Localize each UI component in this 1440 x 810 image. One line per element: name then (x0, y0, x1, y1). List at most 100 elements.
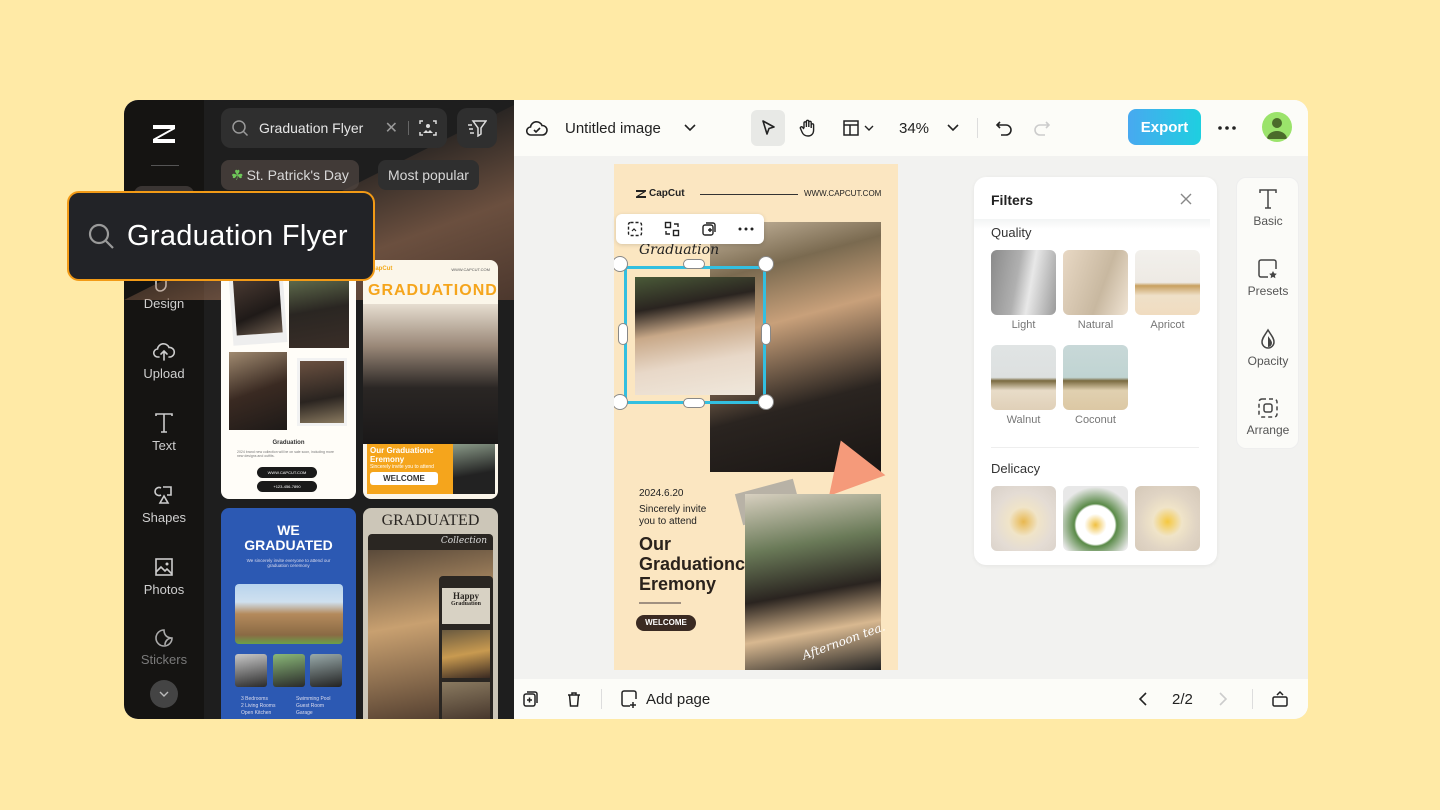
rail-label: Upload (143, 366, 185, 381)
export-button[interactable]: Export (1128, 109, 1201, 145)
filter-thumb-apricot[interactable] (1135, 250, 1200, 315)
filter-thumb-delicacy[interactable] (1135, 486, 1200, 551)
filter-button[interactable] (457, 108, 497, 148)
search-icon (232, 120, 249, 137)
cloud-saved-button[interactable] (526, 110, 548, 146)
zoom-menu-button[interactable] (945, 110, 961, 146)
template-card[interactable]: GRADUATED Collection Happy Graduation (363, 508, 498, 719)
search-input[interactable]: Graduation Flyer (259, 120, 375, 136)
selection-box[interactable] (624, 266, 766, 404)
page-indicator: 2/2 (1172, 690, 1193, 708)
rail-item-shapes[interactable]: Shapes (124, 484, 204, 525)
duplicate-icon[interactable] (701, 221, 717, 237)
template-photo (442, 682, 490, 719)
filter-label: Coconut (1075, 414, 1116, 426)
chevron-down-icon (684, 124, 696, 132)
template-search-field[interactable]: Graduation Flyer ✕ (221, 108, 447, 148)
hand-tool-button[interactable] (793, 110, 823, 146)
cloud-check-icon (526, 121, 548, 136)
rail-label: Design (143, 296, 185, 311)
template-headline: WE GRADUATED (244, 522, 333, 553)
filter-thumb-delicacy[interactable] (1063, 486, 1128, 551)
chip-label: St. Patrick's Day (246, 167, 349, 183)
crop-select-icon[interactable] (627, 221, 643, 237)
hand-icon (799, 119, 815, 137)
delete-page-button[interactable] (565, 679, 583, 719)
template-script: Collection (440, 536, 487, 546)
close-icon[interactable] (1176, 189, 1196, 209)
add-page-label: Add page (646, 690, 711, 708)
rail-item-text[interactable]: Text (124, 412, 204, 453)
rail-label: Photos (143, 582, 185, 597)
template-card[interactable]: Graduation 2024 brand new collection wil… (221, 260, 356, 499)
prop-opacity[interactable]: Opacity (1237, 328, 1299, 368)
chip-label: Most popular (388, 167, 469, 183)
resize-handle[interactable] (614, 394, 628, 410)
filters-panel: Filters Quality Light Natural Apricot Wa… (974, 177, 1217, 565)
title-menu-button[interactable] (682, 110, 698, 146)
rail-item-upload[interactable]: Upload (124, 340, 204, 381)
resize-handle[interactable] (761, 323, 771, 345)
brand-rule (700, 194, 798, 195)
capcut-logo-icon[interactable] (148, 118, 180, 150)
layout-menu-button[interactable] (838, 110, 878, 146)
next-page-button[interactable] (1218, 679, 1228, 719)
redo-button[interactable] (1031, 110, 1053, 146)
template-inner-phone: Happy Graduation (439, 576, 493, 719)
clear-search-icon[interactable]: ✕ (385, 118, 398, 138)
template-card[interactable]: WE GRADUATED We sincerely invite everyone… (221, 508, 356, 719)
rail-item-design[interactable]: Design (124, 278, 204, 311)
trash-icon (568, 692, 580, 707)
resize-handle[interactable] (618, 323, 628, 345)
collapse-pages-button[interactable] (1271, 679, 1289, 719)
rail-label: Text (152, 438, 176, 453)
user-avatar[interactable] (1262, 112, 1292, 142)
image-search-icon[interactable] (419, 119, 437, 137)
more-tools-button[interactable] (150, 680, 178, 708)
template-sub: Sincerely invite you to attend (370, 464, 434, 470)
template-photo (273, 654, 305, 687)
chevron-right-icon (1219, 692, 1228, 706)
add-page-button[interactable]: Add page (620, 679, 710, 719)
chip-most-popular[interactable]: Most popular (378, 160, 479, 190)
resize-handle[interactable] (683, 259, 705, 269)
chevron-down-icon (864, 125, 874, 131)
capcut-logo-icon (636, 189, 646, 198)
more-horizontal-icon (1218, 126, 1236, 130)
prop-label: Opacity (1247, 354, 1289, 368)
chevron-down-icon (159, 691, 169, 697)
template-phone: +123-456-7890 (257, 481, 317, 492)
chip-st-patricks-day[interactable]: ☘ St. Patrick's Day (221, 160, 359, 190)
undo-button[interactable] (993, 110, 1015, 146)
select-tool-button[interactable] (751, 110, 785, 146)
template-photo (310, 654, 342, 687)
filter-thumb-coconut[interactable] (1063, 345, 1128, 410)
canvas-brand: CapCut (636, 188, 685, 199)
filter-thumb-delicacy[interactable] (991, 486, 1056, 551)
resize-handle[interactable] (758, 394, 774, 410)
filter-thumb-light[interactable] (991, 250, 1056, 315)
duplicate-page-button[interactable] (522, 679, 540, 719)
arrange-icon (1258, 398, 1278, 418)
bottom-toolbar: Add page 2/2 (514, 679, 1308, 719)
prev-page-button[interactable] (1138, 679, 1148, 719)
prop-basic[interactable]: Basic (1237, 188, 1299, 228)
resize-handle[interactable] (683, 398, 705, 408)
filter-thumb-walnut[interactable] (991, 345, 1056, 410)
prop-arrange[interactable]: Arrange (1237, 397, 1299, 437)
prop-label: Arrange (1246, 423, 1290, 437)
rail-item-photos[interactable]: Photos (124, 556, 204, 597)
zoom-level[interactable]: 34% (899, 110, 929, 146)
more-options-button[interactable] (1216, 110, 1238, 146)
top-toolbar: Untitled image 34% Export (514, 100, 1308, 156)
canvas-date: 2024.6.20 (639, 488, 684, 499)
template-card[interactable]: CapCut WWW.CAPCUT.COM GRADUATIOND Our Gr… (363, 260, 498, 499)
rail-item-stickers[interactable]: Stickers (124, 626, 204, 667)
presets-icon (1258, 259, 1277, 279)
more-horizontal-icon[interactable] (738, 227, 754, 231)
replace-icon[interactable] (664, 221, 680, 237)
resize-handle[interactable] (758, 256, 774, 272)
filter-thumb-natural[interactable] (1063, 250, 1128, 315)
prop-presets[interactable]: Presets (1237, 258, 1299, 298)
document-title[interactable]: Untitled image (565, 110, 661, 146)
